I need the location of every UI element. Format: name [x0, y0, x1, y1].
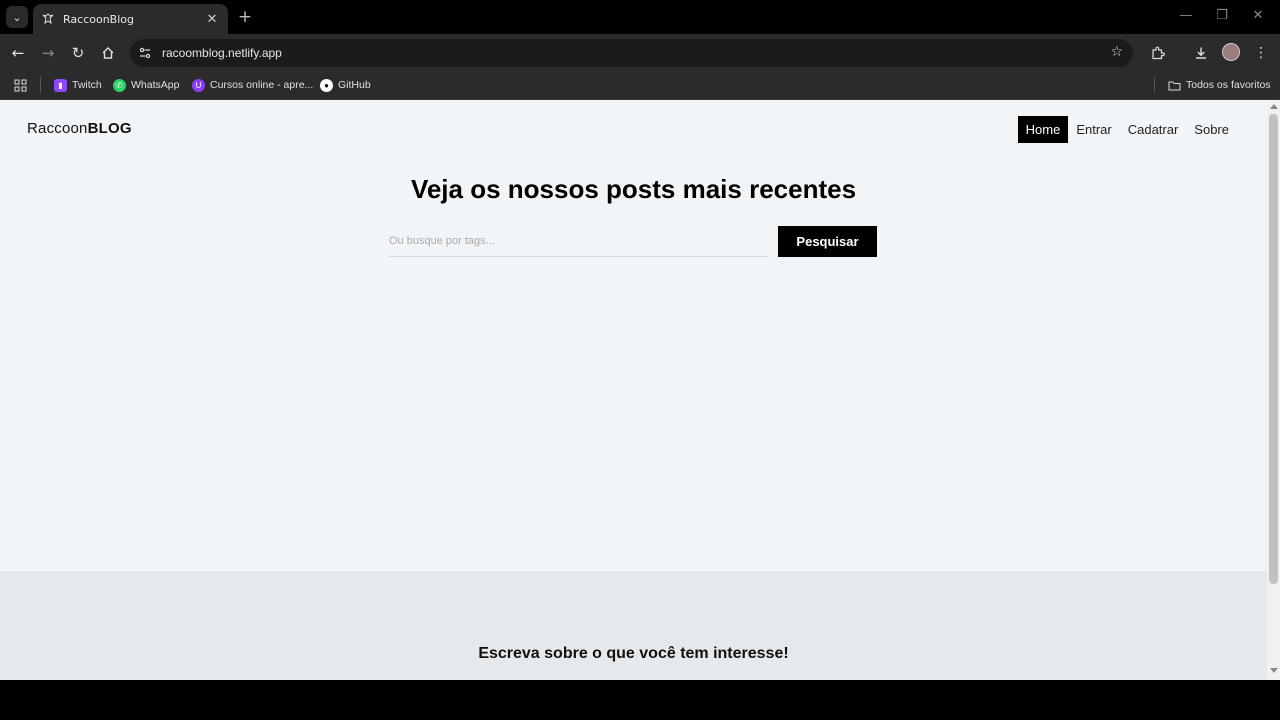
address-bar[interactable]: racoomblog.netlify.app ☆ — [130, 39, 1133, 67]
site-info-icon[interactable] — [138, 46, 152, 60]
minimize-icon[interactable]: — — [1176, 8, 1196, 23]
raccoon-favicon-icon — [41, 12, 55, 26]
home-icon[interactable] — [98, 43, 118, 63]
nav-entrar[interactable]: Entrar — [1068, 116, 1119, 143]
browser-toolbar: ← → ↻ racoomblog.netlify.app ☆ ⋮ — [0, 34, 1280, 71]
bookmark-whatsapp[interactable]: ✆ WhatsApp — [113, 77, 179, 93]
bookmark-cursos[interactable]: U Cursos online - apre... — [192, 77, 313, 93]
download-icon[interactable] — [1191, 43, 1211, 63]
footer-section — [0, 571, 1267, 680]
reload-icon[interactable]: ↻ — [68, 43, 88, 63]
close-tab-icon[interactable]: ✕ — [204, 12, 220, 27]
search-button[interactable]: Pesquisar — [778, 226, 877, 257]
scroll-thumb[interactable] — [1269, 114, 1278, 584]
profile-avatar[interactable] — [1222, 43, 1240, 61]
bookmarks-divider — [1154, 77, 1155, 93]
bookmark-label: WhatsApp — [131, 79, 180, 91]
extensions-icon[interactable] — [1147, 43, 1167, 63]
page-title: Veja os nossos posts mais recentes — [410, 174, 857, 204]
folder-icon — [1168, 79, 1181, 92]
tab-strip: ⌄ RaccoonBlog ✕ + — ❐ ✕ — [0, 0, 1280, 34]
chevron-down-icon: ⌄ — [12, 10, 22, 24]
logo-light-text: Raccoon — [27, 120, 88, 137]
search-input[interactable] — [389, 226, 768, 257]
nav-cadastrar[interactable]: Cadatrar — [1120, 116, 1187, 143]
bookmark-github[interactable]: ● GitHub — [320, 77, 371, 93]
search-form: Pesquisar — [389, 226, 877, 257]
bookmark-label: GitHub — [338, 79, 371, 91]
github-icon: ● — [320, 78, 333, 92]
apps-grid-icon[interactable] — [14, 77, 27, 93]
bookmark-twitch[interactable]: ▮ Twitch — [54, 77, 102, 93]
browser-tab[interactable]: RaccoonBlog ✕ — [33, 4, 228, 34]
all-bookmarks-label: Todos os favoritos — [1186, 79, 1271, 91]
close-window-icon[interactable]: ✕ — [1248, 8, 1268, 23]
url-text: racoomblog.netlify.app — [162, 46, 282, 60]
bookmark-label: Twitch — [72, 79, 102, 91]
tab-search-button[interactable]: ⌄ — [6, 6, 28, 28]
page-viewport: RaccoonBLOG Home Entrar Cadatrar Sobre V… — [0, 100, 1267, 680]
menu-kebab-icon[interactable]: ⋮ — [1251, 43, 1271, 63]
page-scrollbar[interactable] — [1267, 100, 1280, 680]
main-nav: Home Entrar Cadatrar Sobre — [1017, 116, 1237, 143]
whatsapp-icon: ✆ — [113, 78, 126, 92]
nav-home[interactable]: Home — [1017, 116, 1069, 143]
bottom-strip — [0, 680, 1280, 720]
logo-bold-text: BLOG — [87, 120, 132, 137]
restore-icon[interactable]: ❐ — [1212, 8, 1232, 23]
site-logo[interactable]: RaccoonBLOG — [27, 120, 132, 137]
footer-heading: Escreva sobre o que você tem interesse! — [478, 645, 789, 662]
bookmark-label: Cursos online - apre... — [210, 79, 314, 91]
cursos-icon: U — [192, 78, 205, 92]
twitch-icon: ▮ — [54, 78, 67, 92]
all-bookmarks-folder[interactable]: Todos os favoritos — [1168, 77, 1271, 93]
nav-sobre[interactable]: Sobre — [1186, 116, 1237, 143]
bookmark-star-icon[interactable]: ☆ — [1110, 44, 1123, 60]
bookmarks-bar: ▮ Twitch ✆ WhatsApp U Cursos online - ap… — [0, 71, 1280, 100]
back-icon[interactable]: ← — [8, 43, 28, 63]
new-tab-icon[interactable]: + — [236, 7, 254, 27]
tab-title: RaccoonBlog — [63, 12, 134, 26]
scroll-up-arrow-icon[interactable] — [1270, 104, 1278, 109]
bookmarks-divider — [40, 77, 41, 93]
scroll-down-arrow-icon[interactable] — [1270, 668, 1278, 673]
forward-icon[interactable]: → — [38, 43, 58, 63]
